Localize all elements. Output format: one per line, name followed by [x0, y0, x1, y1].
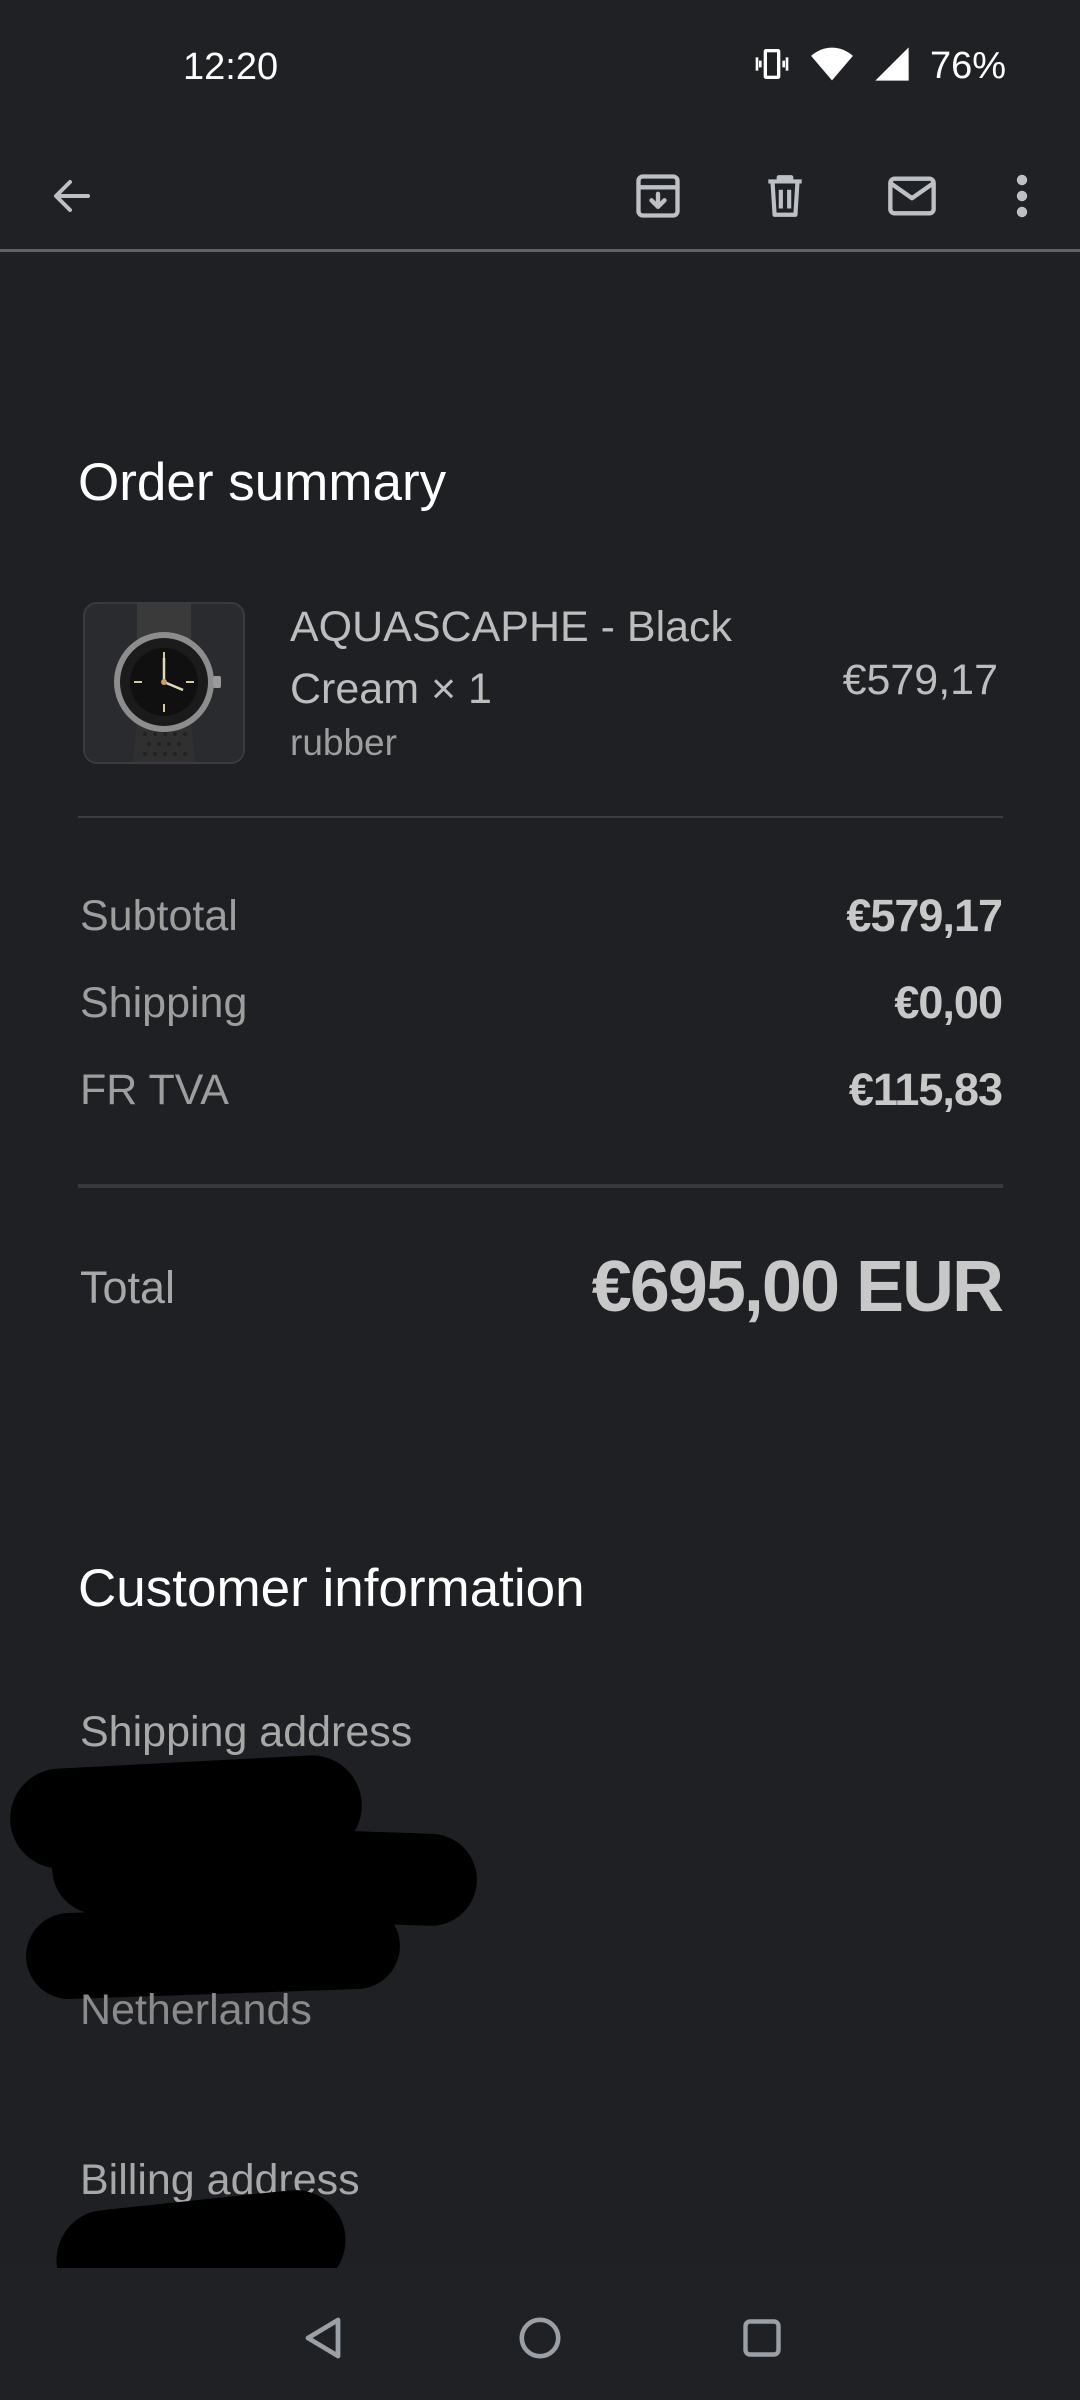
total-label: Total	[80, 1262, 176, 1313]
shipping-value: €0,00	[894, 977, 1003, 1028]
archive-icon[interactable]	[618, 140, 698, 252]
watch-image	[85, 604, 243, 762]
subtotal-label: Subtotal	[80, 892, 238, 940]
signal-icon	[872, 44, 912, 89]
total-value: €695,00 EUR	[591, 1247, 1004, 1327]
shipping-country: Netherlands	[80, 1986, 312, 2034]
shipping-label: Shipping	[80, 979, 248, 1027]
tax-value: €115,83	[848, 1064, 1003, 1115]
tax-label: FR TVA	[80, 1066, 229, 1114]
email-toolbar	[0, 140, 1080, 252]
order-summary-title: Order summary	[78, 453, 447, 512]
back-arrow-icon[interactable]	[32, 140, 112, 252]
status-icons: 76%	[752, 44, 1006, 89]
subtotal-value: €579,17	[846, 890, 1003, 941]
vibrate-icon	[752, 44, 792, 89]
customer-information-title: Customer information	[78, 1559, 585, 1618]
divider	[78, 1184, 1003, 1188]
mark-unread-icon[interactable]	[872, 140, 952, 252]
nav-recents-icon[interactable]	[722, 2298, 802, 2378]
nav-back-icon[interactable]	[282, 2298, 362, 2378]
product-price: €579,17	[842, 656, 998, 704]
product-image[interactable]	[83, 602, 245, 764]
divider	[78, 816, 1003, 818]
system-nav-bar	[0, 2268, 1080, 2400]
status-bar: 12:20 76%	[0, 0, 1080, 140]
more-vert-icon[interactable]	[982, 140, 1062, 252]
wifi-icon	[810, 44, 854, 89]
product-name: AQUASCAPHE - Black Cream × 1	[290, 603, 733, 713]
status-time: 12:20	[183, 46, 279, 88]
shipping-address-label: Shipping address	[80, 1708, 413, 1756]
delete-icon[interactable]	[745, 140, 825, 252]
battery-percent: 76%	[929, 45, 1006, 87]
nav-home-icon[interactable]	[500, 2298, 580, 2378]
product-variant: rubber	[290, 722, 397, 763]
